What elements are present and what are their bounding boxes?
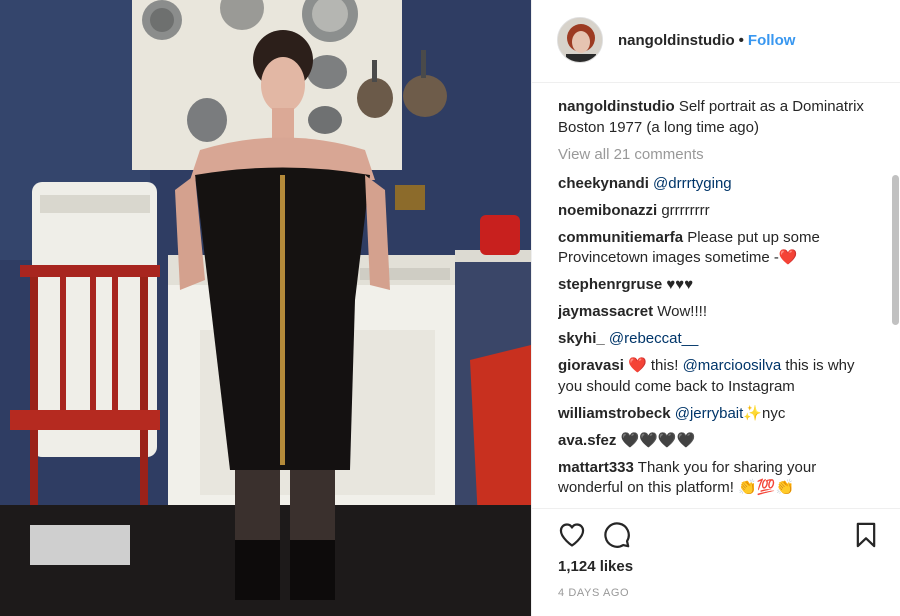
comment-username[interactable]: williamstrobeck <box>558 405 671 422</box>
comment-item: noemibonazzi grrrrrrrr <box>558 201 876 222</box>
comments-scrollbar[interactable] <box>891 175 900 325</box>
save-button[interactable] <box>852 521 880 549</box>
comment-text: Wow!!!! <box>657 303 707 320</box>
comment-item: williamstrobeck @jerrybait✨nyc <box>558 404 876 425</box>
comment-mention[interactable]: @rebeccat__ <box>609 330 698 347</box>
comment-button[interactable] <box>603 521 631 549</box>
separator-dot: • <box>738 32 744 49</box>
comment-username[interactable]: skyhi_ <box>558 330 605 347</box>
photo-image <box>0 0 531 616</box>
comment-username[interactable]: communitiemarfa <box>558 229 683 246</box>
heart-outline-icon <box>559 523 585 547</box>
follow-button[interactable]: Follow <box>748 32 796 49</box>
comment-item: cheekynandi @drrrtyging <box>558 174 876 195</box>
header-line: nangoldinstudio • Follow <box>618 31 795 51</box>
bookmark-icon <box>856 522 876 548</box>
comment-text: 🖤🖤🖤🖤 <box>620 431 696 449</box>
comment-username[interactable]: jaymassacret <box>558 303 653 320</box>
post-header: nangoldinstudio • Follow <box>532 0 900 83</box>
comment-item: jaymassacret Wow!!!! <box>558 302 876 323</box>
comment-item: ava.sfez 🖤🖤🖤🖤 <box>558 431 876 452</box>
comment-text: grrrrrrrr <box>661 201 710 219</box>
comment-item: communitiemarfa Please put up some Provi… <box>558 228 876 269</box>
comments-list: nangoldinstudio Self portrait as a Domin… <box>558 97 876 509</box>
caption: nangoldinstudio Self portrait as a Domin… <box>558 97 876 138</box>
comment-item: gioravasi ❤️ this! @marcioosilva this is… <box>558 356 876 397</box>
likes-count[interactable]: 1,124 likes <box>558 558 633 575</box>
comment-item: stephenrgruse ♥♥♥ <box>558 275 876 296</box>
comment-username[interactable]: stephenrgruse <box>558 276 662 293</box>
like-button[interactable] <box>558 521 586 549</box>
post-side-panel: nangoldinstudio • Follow nangoldinstudio S… <box>531 0 900 616</box>
comment-mention[interactable]: @marcioosilva <box>683 357 782 374</box>
comment-mention[interactable]: @jerrybait <box>675 405 744 422</box>
comment-item: skyhi_ @rebeccat__ <box>558 329 876 350</box>
comment-item: mattart333 Thank you for sharing your wo… <box>558 458 876 499</box>
post-photo[interactable] <box>0 0 531 616</box>
post-timestamp[interactable]: 4 DAYS AGO <box>558 587 629 599</box>
comment-username[interactable]: ava.sfez <box>558 432 616 449</box>
scrollbar-thumb[interactable] <box>892 175 899 325</box>
header-username[interactable]: nangoldinstudio <box>618 32 735 49</box>
avatar-image <box>558 18 602 62</box>
comment-mention[interactable]: @drrrtyging <box>653 175 732 192</box>
actions-bar: 1,124 likes 4 DAYS AGO <box>532 508 900 616</box>
comment-username[interactable]: gioravasi <box>558 357 624 374</box>
view-all-comments-link[interactable]: View all 21 comments <box>558 145 876 166</box>
comment-text: ✨nyc <box>743 404 786 422</box>
avatar[interactable] <box>557 17 603 63</box>
comment-username[interactable]: mattart333 <box>558 459 634 476</box>
caption-username[interactable]: nangoldinstudio <box>558 98 675 115</box>
comment-username[interactable]: cheekynandi <box>558 175 649 192</box>
comment-text: ❤️ this! <box>628 357 679 374</box>
comment-text: ♥♥♥ <box>666 276 694 293</box>
comment-username[interactable]: noemibonazzi <box>558 202 657 219</box>
comment-bubble-icon <box>604 522 630 548</box>
